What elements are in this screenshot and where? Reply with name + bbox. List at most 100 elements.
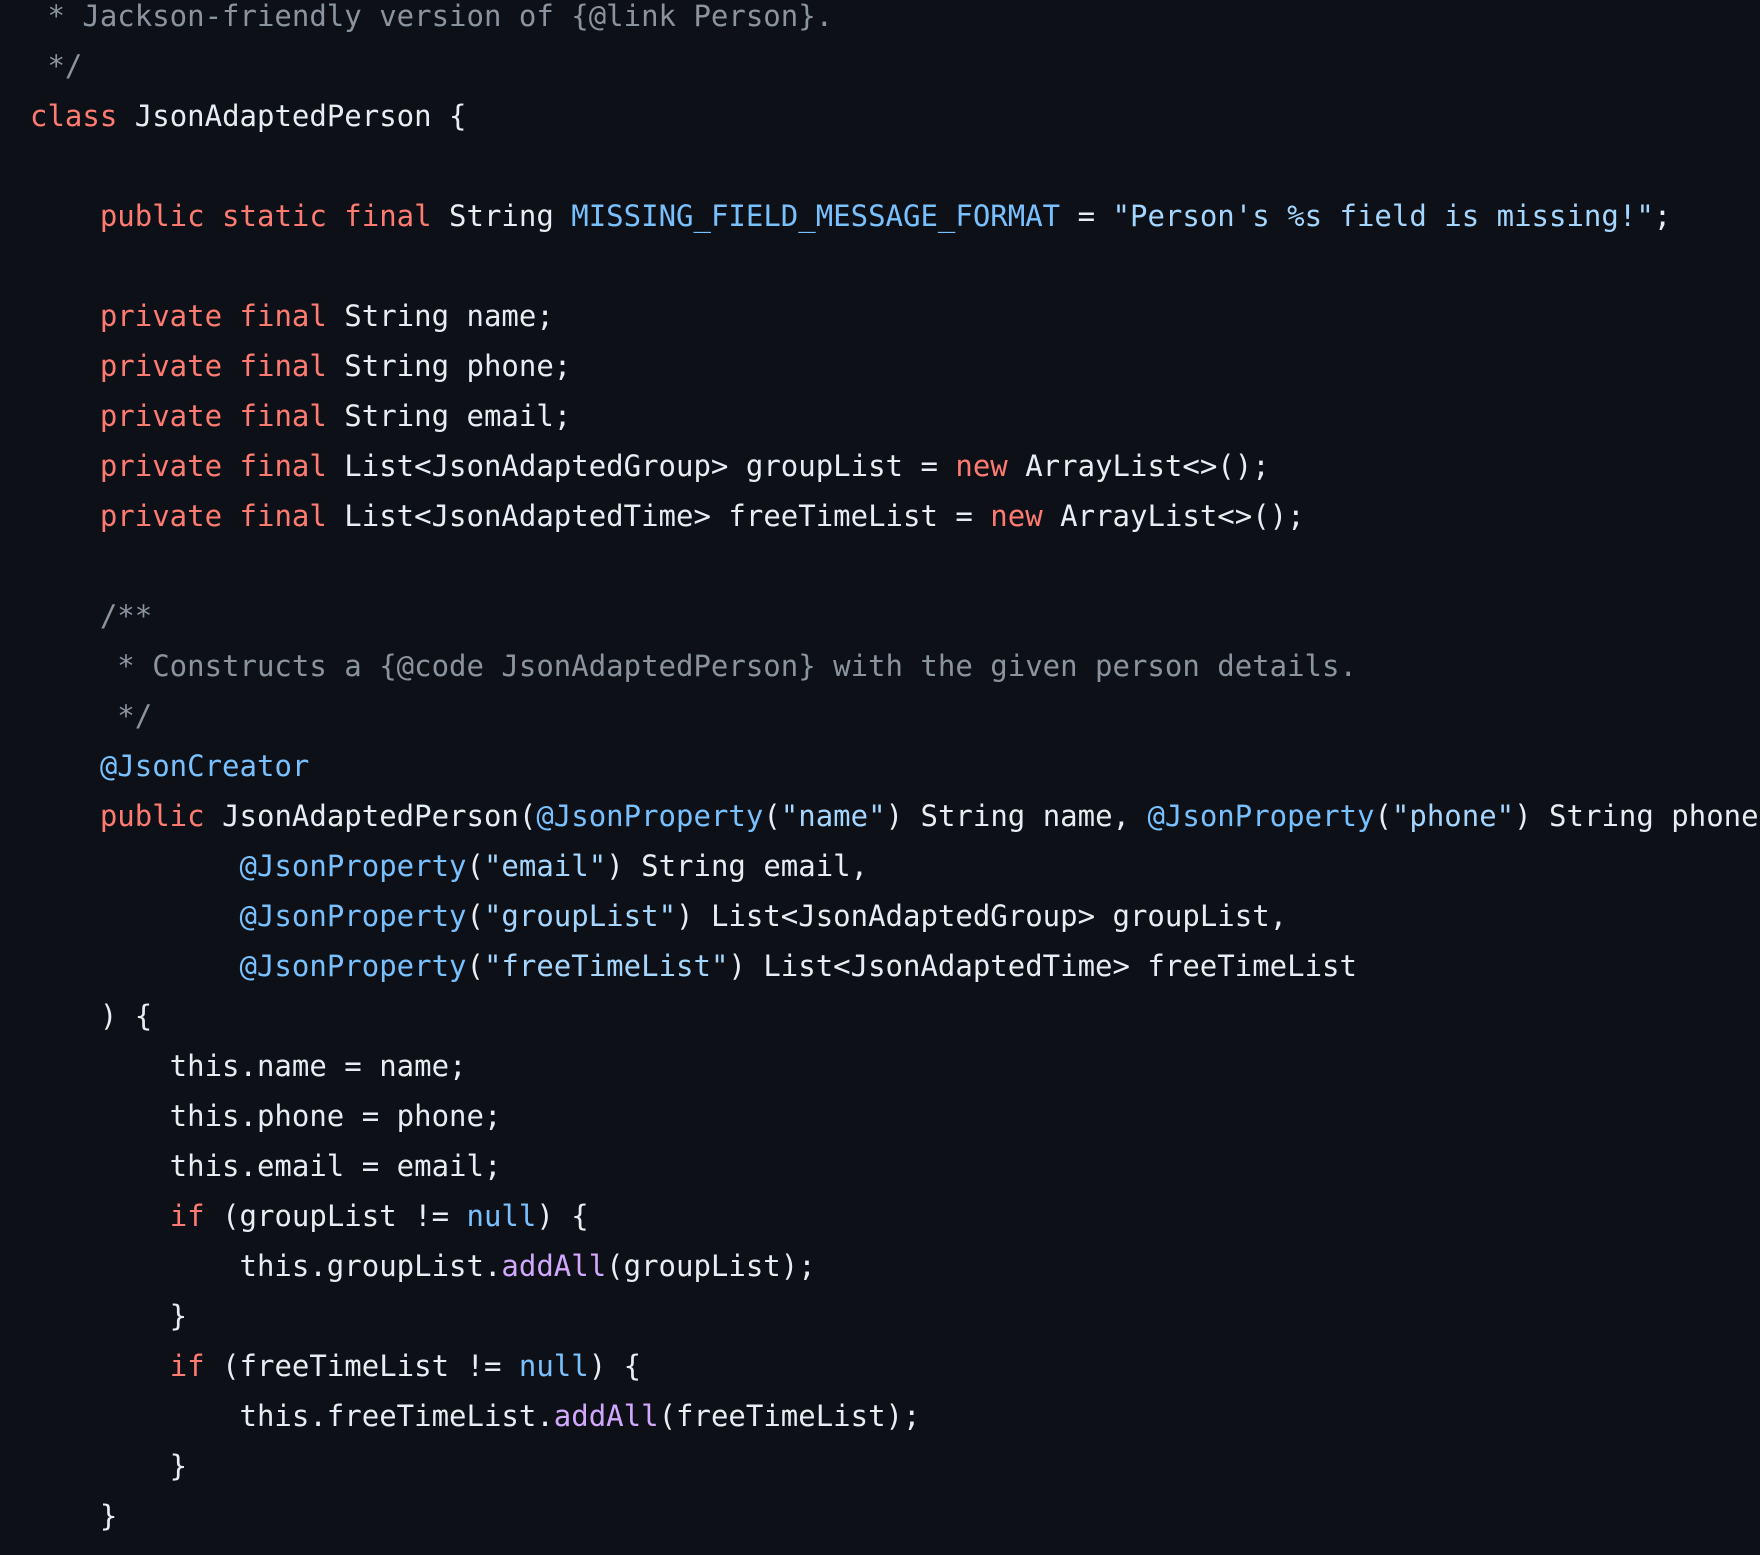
code-token-annotation: @JsonProperty bbox=[239, 899, 467, 933]
code-token-keyword: private final bbox=[99, 399, 327, 433]
code-token-plain: this.name = name; bbox=[30, 1049, 467, 1083]
code-token-plain: ) { bbox=[536, 1199, 589, 1233]
code-line: */ bbox=[30, 691, 1760, 741]
code-line: @JsonProperty("email") String email, bbox=[30, 841, 1760, 891]
code-token-plain: (groupList); bbox=[606, 1249, 816, 1283]
code-token-plain: this.email = email; bbox=[30, 1149, 502, 1183]
code-token-plain: ( bbox=[466, 949, 484, 983]
code-token-constant: null bbox=[518, 1349, 589, 1383]
code-line: ​ bbox=[30, 241, 1760, 291]
code-token-plain: String name; bbox=[326, 299, 554, 333]
code-token-annotation: @JsonProperty bbox=[1147, 799, 1375, 833]
code-token-keyword: private final bbox=[99, 499, 327, 533]
code-token-plain: } bbox=[30, 1499, 118, 1533]
code-token-plain: String phone; bbox=[326, 349, 572, 383]
code-token-method: addAll bbox=[553, 1399, 659, 1433]
code-token-plain: ( bbox=[763, 799, 781, 833]
code-token-plain: ArrayList<>(); bbox=[1042, 499, 1305, 533]
code-token-keyword: new bbox=[955, 449, 1008, 483]
code-token-comment: * Constructs a {@code JsonAdaptedPerson}… bbox=[30, 649, 1357, 683]
code-token-string: "groupList" bbox=[483, 899, 677, 933]
code-token-plain: ) { bbox=[30, 999, 153, 1033]
code-line: */ bbox=[30, 41, 1760, 91]
code-token-annotation: @JsonProperty bbox=[239, 949, 467, 983]
code-token-comment: /** bbox=[30, 599, 153, 633]
code-token-plain: } bbox=[30, 1449, 188, 1483]
code-token-keyword: class bbox=[30, 99, 118, 133]
code-token-plain: this.groupList. bbox=[30, 1249, 502, 1283]
code-token-plain: ; bbox=[1653, 199, 1672, 233]
code-token-plain: } bbox=[30, 1299, 188, 1333]
code-line: * Jackson-friendly version of {@link Per… bbox=[30, 0, 1760, 41]
code-line: if (groupList != null) { bbox=[30, 1191, 1760, 1241]
code-token-plain: ( bbox=[1374, 799, 1392, 833]
code-line: this.name = name; bbox=[30, 1041, 1760, 1091]
code-token-plain: List<JsonAdaptedGroup> groupList = bbox=[326, 449, 956, 483]
code-token-comment: */ bbox=[30, 49, 83, 83]
code-token-plain: ) String email, bbox=[606, 849, 869, 883]
code-token-keyword: public bbox=[99, 799, 205, 833]
code-token-plain: ( bbox=[466, 849, 484, 883]
code-token-constant: null bbox=[466, 1199, 537, 1233]
code-token-keyword: private final bbox=[99, 299, 327, 333]
code-token-string: "phone" bbox=[1391, 799, 1515, 833]
code-token-plain: ) String phone, bbox=[1514, 799, 1760, 833]
code-line: private final List<JsonAdaptedGroup> gro… bbox=[30, 441, 1760, 491]
code-viewer: * Jackson-friendly version of {@link Per… bbox=[0, 0, 1760, 1555]
code-token-plain: ( bbox=[466, 899, 484, 933]
code-token-comment: */ bbox=[30, 699, 153, 733]
code-token-keyword: public static final bbox=[99, 199, 432, 233]
code-line: private final String phone; bbox=[30, 341, 1760, 391]
code-token-plain: (freeTimeList); bbox=[658, 1399, 921, 1433]
code-line: private final String name; bbox=[30, 291, 1760, 341]
code-line: this.phone = phone; bbox=[30, 1091, 1760, 1141]
code-token-plain: ArrayList<>(); bbox=[1007, 449, 1270, 483]
code-token-plain: JsonAdaptedPerson( bbox=[204, 799, 537, 833]
code-token-annotation: @JsonProperty bbox=[239, 849, 467, 883]
code-line: public static final String MISSING_FIELD… bbox=[30, 191, 1760, 241]
code-token-keyword: private final bbox=[99, 449, 327, 483]
code-line: } bbox=[30, 1441, 1760, 1491]
code-token-plain: String email; bbox=[326, 399, 572, 433]
code-line: @JsonCreator bbox=[30, 741, 1760, 791]
code-line: class JsonAdaptedPerson { bbox=[30, 91, 1760, 141]
code-line: this.freeTimeList.addAll(freeTimeList); bbox=[30, 1391, 1760, 1441]
code-token-keyword: new bbox=[990, 499, 1043, 533]
code-token-plain: this.phone = phone; bbox=[30, 1099, 502, 1133]
code-token-annotation: @JsonCreator bbox=[99, 749, 310, 783]
code-line: ​ bbox=[30, 141, 1760, 191]
code-token-plain: ) { bbox=[588, 1349, 642, 1383]
code-token-string: "freeTimeList" bbox=[483, 949, 729, 983]
code-token-plain: List<JsonAdaptedTime> freeTimeList = bbox=[326, 499, 991, 533]
code-token-keyword: if bbox=[169, 1349, 205, 1383]
code-block[interactable]: * Jackson-friendly version of {@link Per… bbox=[0, 0, 1760, 1541]
code-line: } bbox=[30, 1491, 1760, 1541]
code-token-constant: MISSING_FIELD_MESSAGE_FORMAT bbox=[571, 199, 1061, 233]
code-token-plain: JsonAdaptedPerson { bbox=[117, 99, 467, 133]
code-line: private final String email; bbox=[30, 391, 1760, 441]
code-line: ) { bbox=[30, 991, 1760, 1041]
code-line: /** bbox=[30, 591, 1760, 641]
code-line: if (freeTimeList != null) { bbox=[30, 1341, 1760, 1391]
code-token-plain: String bbox=[431, 199, 572, 233]
code-token-plain: (freeTimeList != bbox=[204, 1349, 519, 1383]
code-line: * Constructs a {@code JsonAdaptedPerson}… bbox=[30, 641, 1760, 691]
code-token-annotation: @JsonProperty bbox=[536, 799, 764, 833]
code-token-string: "Person's %s field is missing!" bbox=[1112, 199, 1654, 233]
code-token-string: "email" bbox=[483, 849, 607, 883]
code-token-keyword: if bbox=[169, 1199, 205, 1233]
code-token-string: "name" bbox=[780, 799, 886, 833]
code-token-plain: this.freeTimeList. bbox=[30, 1399, 554, 1433]
